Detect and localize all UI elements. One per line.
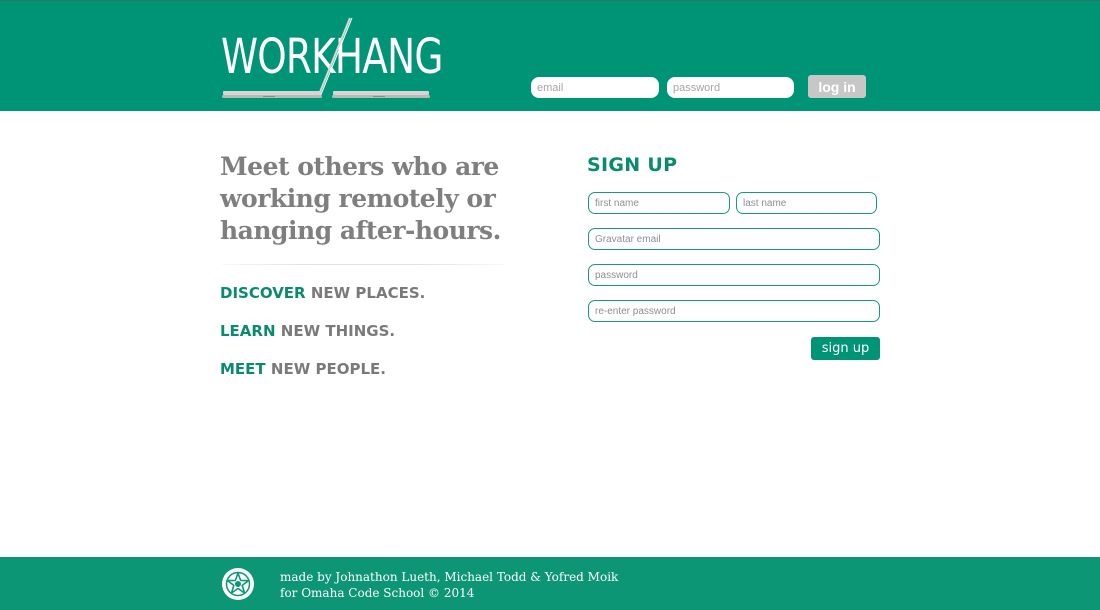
tagline-accent: MEET (220, 360, 266, 378)
tagline-rest: NEW PEOPLE. (270, 360, 386, 378)
credits-line-2: for Omaha Code School © 2014 (280, 586, 475, 600)
last-name-field[interactable] (736, 192, 877, 214)
tagline-discover: DISCOVER NEW PLACES. (220, 284, 425, 302)
reenter-password-field[interactable] (588, 300, 880, 322)
laptop-logo-icon (222, 17, 430, 98)
hero-headline: Meet others who are working remotely or … (220, 152, 501, 245)
gravatar-email-field[interactable] (588, 228, 880, 250)
tagline-rest: NEW THINGS. (280, 322, 396, 340)
login-email-input[interactable] (531, 77, 659, 98)
site-footer: made by Johnathon Lueth, Michael Todd & … (0, 557, 1100, 610)
tagline-accent: LEARN (220, 322, 276, 340)
star-badge-icon (222, 568, 254, 600)
tagline-rest: NEW PLACES. (310, 284, 426, 302)
site-header: WORKHANG log in (0, 0, 1100, 111)
workhang-logo[interactable]: WORKHANG (221, 17, 443, 101)
first-name-field[interactable] (588, 192, 730, 214)
password-field[interactable] (588, 264, 880, 286)
tagline-learn: LEARN NEW THINGS. (220, 322, 395, 340)
hero-divider (222, 264, 505, 265)
tagline-meet: MEET NEW PEOPLE. (220, 360, 386, 378)
signup-button[interactable]: sign up (811, 337, 880, 360)
footer-credits: made by Johnathon Lueth, Michael Todd & … (280, 569, 618, 601)
login-password-input[interactable] (667, 77, 794, 98)
credits-line-1: made by Johnathon Lueth, Michael Todd & … (280, 570, 619, 584)
login-button[interactable]: log in (808, 75, 866, 98)
tagline-accent: DISCOVER (220, 284, 306, 302)
signup-title: SIGN UP (587, 154, 678, 176)
